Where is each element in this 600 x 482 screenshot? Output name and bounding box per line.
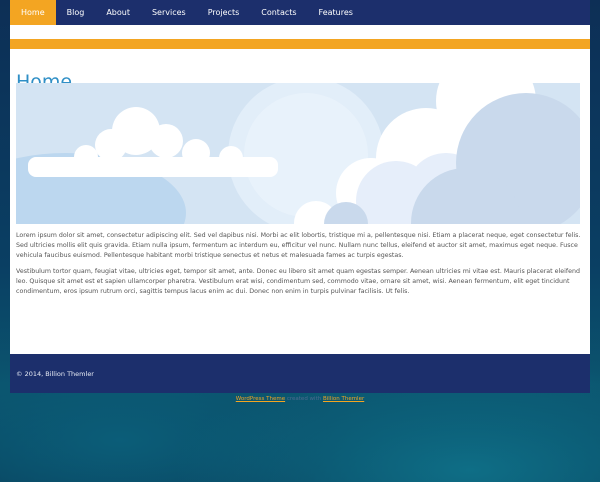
wordpress-theme-link[interactable]: WordPress Theme — [236, 396, 285, 402]
nav-item-features[interactable]: Features — [308, 0, 364, 25]
nav-item-blog[interactable]: Blog — [56, 0, 96, 25]
content-area: Home Lorem ipsum dolor sit amet, consect… — [10, 25, 590, 354]
footer: © 2014, Billion Themler — [10, 354, 590, 393]
nav-item-contacts[interactable]: Contacts — [250, 0, 307, 25]
theme-credits: WordPress Theme created with Billion The… — [0, 396, 600, 402]
paragraph-2: Vestibulum tortor quam, feugiat vitae, u… — [16, 268, 580, 296]
nav-item-services[interactable]: Services — [141, 0, 197, 25]
nav-item-home[interactable]: Home — [10, 0, 56, 25]
sky-clouds-illustration — [16, 83, 580, 224]
nav-item-projects[interactable]: Projects — [197, 0, 251, 25]
credits-created-with: created with — [286, 396, 322, 402]
paragraph-1: Lorem ipsum dolor sit amet, consectetur … — [16, 232, 581, 260]
nav-item-about[interactable]: About — [95, 0, 141, 25]
billion-themler-link[interactable]: Billion Themler — [323, 396, 364, 402]
copyright-text: © 2014, Billion Themler — [16, 370, 94, 378]
accent-bar — [10, 39, 590, 49]
hero-image — [16, 83, 580, 224]
main-nav: Home Blog About Services Projects Contac… — [10, 0, 590, 25]
